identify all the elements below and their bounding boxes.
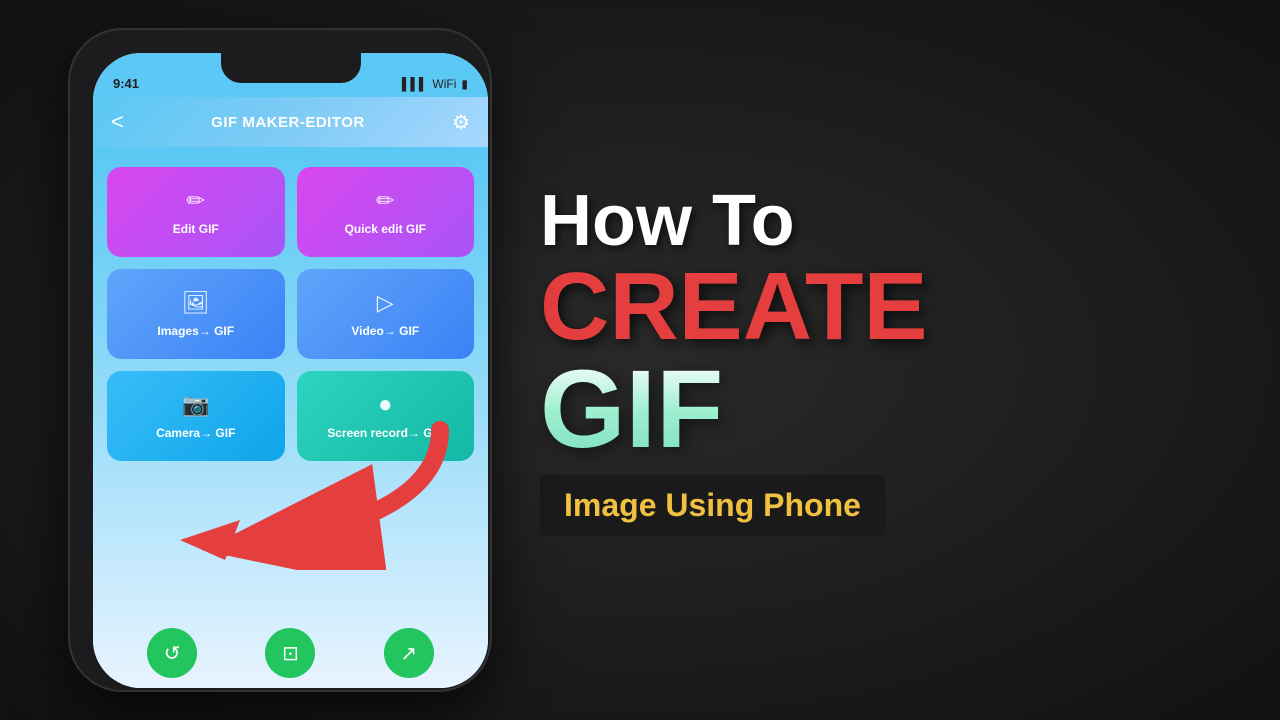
text-section: How To CREATE GIF Image Using Phone: [500, 184, 1220, 537]
edit-gif-button[interactable]: ✏ Edit GIF: [107, 167, 285, 257]
quick-edit-gif-label: Quick edit GIF: [345, 222, 426, 236]
camera-to-gif-button[interactable]: 📷 Camera→ GIF: [107, 371, 285, 461]
camera-to-gif-label: Camera→ GIF: [156, 426, 235, 440]
how-to-text: How To: [540, 184, 795, 260]
images-icon: 🖼: [182, 290, 210, 316]
battery-icon: ▮: [461, 77, 468, 91]
subtitle-box: Image Using Phone: [540, 475, 885, 536]
scene: 9:41 ▌▌▌ WiFi ▮ < GIF MAKER-EDITOR ⚙: [0, 0, 1280, 720]
images-to-gif-button[interactable]: 🖼 Images→ GIF: [107, 269, 285, 359]
bottom-navigation: ↺ ⊡ ↗: [93, 628, 488, 678]
app-header: < GIF MAKER-EDITOR ⚙: [93, 97, 488, 147]
wifi-icon: WiFi: [432, 77, 456, 91]
app-content: ✏ Edit GIF ✏ Quick edit GIF 🖼 Images→ GI…: [93, 147, 488, 688]
status-icons: ▌▌▌ WiFi ▮: [402, 77, 468, 91]
phone-screen: 9:41 ▌▌▌ WiFi ▮ < GIF MAKER-EDITOR ⚙: [93, 53, 488, 688]
video-to-gif-label: Video→ GIF: [351, 324, 419, 338]
camera-icon: 📷: [182, 392, 209, 418]
video-to-gif-button[interactable]: ▷ Video→ GIF: [297, 269, 475, 359]
app-title: GIF MAKER-EDITOR: [211, 114, 365, 131]
edit-gif-label: Edit GIF: [173, 222, 219, 236]
screen-record-icon: ⏺: [380, 392, 391, 418]
phone-notch: [221, 53, 361, 83]
video-icon: ▷: [377, 290, 394, 316]
back-button[interactable]: <: [111, 109, 124, 135]
phone-outer-frame: 9:41 ▌▌▌ WiFi ▮ < GIF MAKER-EDITOR ⚙: [70, 30, 490, 690]
screen-record-gif-label: Screen record→ GIF: [327, 426, 443, 440]
status-time: 9:41: [113, 76, 139, 91]
screen-record-to-gif-button[interactable]: ⏺ Screen record→ GIF: [297, 371, 475, 461]
images-to-gif-label: Images→ GIF: [157, 324, 234, 338]
create-text: CREATE: [540, 259, 928, 355]
button-row-2: 🖼 Images→ GIF ▷ Video→ GIF: [107, 269, 474, 359]
phone-mockup: 9:41 ▌▌▌ WiFi ▮ < GIF MAKER-EDITOR ⚙: [60, 20, 500, 700]
button-row-3: 📷 Camera→ GIF ⏺ Screen record→ GIF: [107, 371, 474, 461]
button-row-1: ✏ Edit GIF ✏ Quick edit GIF: [107, 167, 474, 257]
nav-history-button[interactable]: ↺: [147, 628, 197, 678]
nav-crop-button[interactable]: ⊡: [265, 628, 315, 678]
edit-gif-icon: ✏: [187, 188, 205, 214]
gif-text: GIF: [540, 355, 723, 465]
quick-edit-icon: ✏: [376, 188, 394, 214]
quick-edit-gif-button[interactable]: ✏ Quick edit GIF: [297, 167, 475, 257]
settings-icon[interactable]: ⚙: [452, 110, 470, 135]
signal-icon: ▌▌▌: [402, 77, 428, 91]
nav-share-button[interactable]: ↗: [384, 628, 434, 678]
subtitle-text: Image Using Phone: [564, 487, 861, 523]
